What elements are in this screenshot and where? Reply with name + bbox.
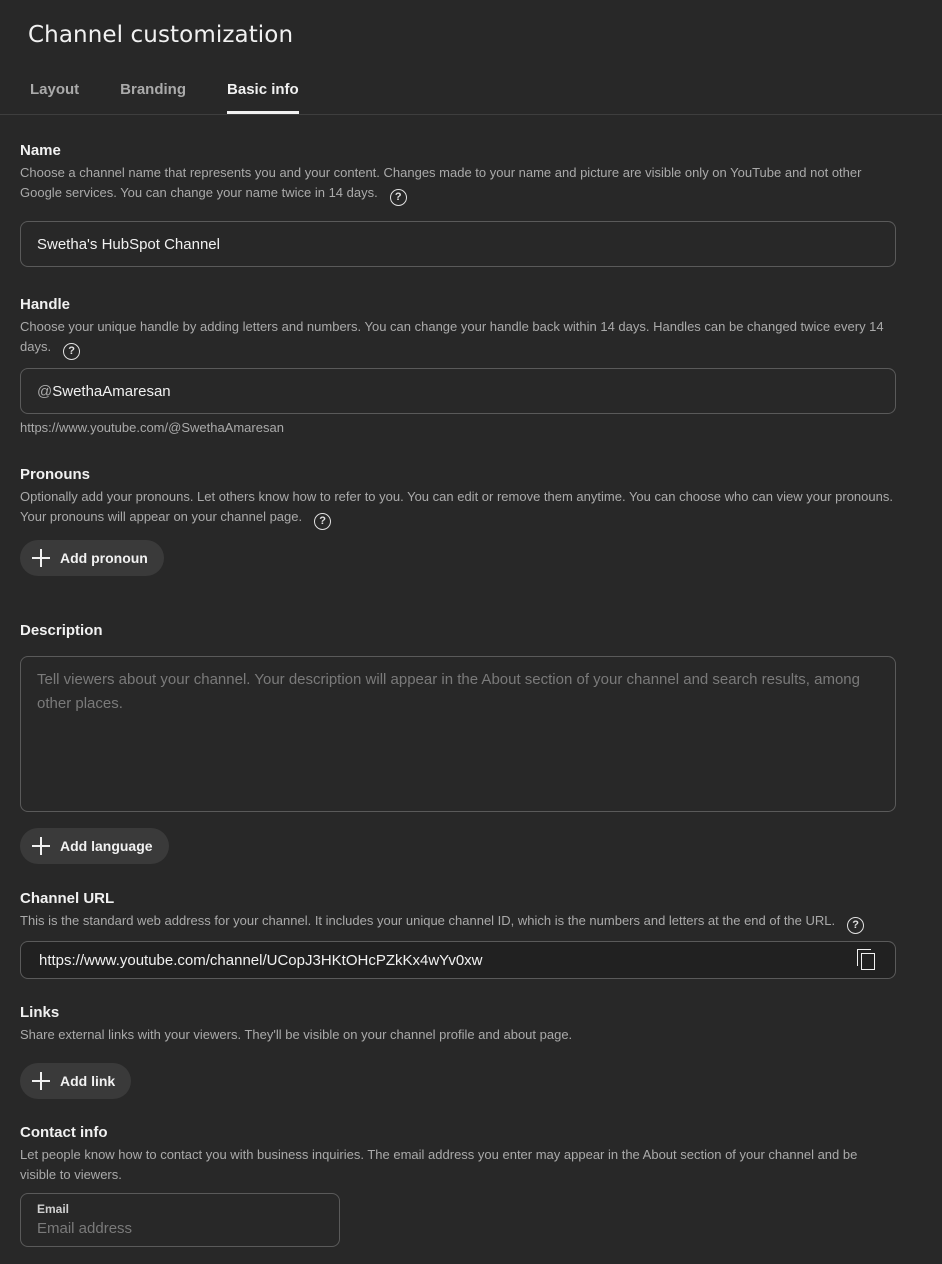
handle-section: Handle Choose your unique handle by addi… [20, 295, 896, 435]
description-title: Description [20, 622, 103, 639]
contact-description: Let people know how to contact you with … [20, 1147, 858, 1182]
copy-icon[interactable] [857, 949, 877, 971]
tab-basic-info[interactable]: Basic info [227, 80, 299, 114]
help-icon[interactable]: ? [389, 189, 407, 206]
name-description-text: Choose a channel name that represents yo… [20, 165, 862, 200]
name-title: Name [20, 142, 61, 159]
handle-url: https://www.youtube.com/@SwethaAmaresan [20, 420, 284, 435]
tab-bar: Layout Branding Basic info [30, 80, 340, 115]
handle-prefix: @ [37, 382, 53, 400]
plus-icon [32, 549, 50, 567]
name-input[interactable]: Swetha's HubSpot Channel [20, 221, 896, 267]
channel-url-title: Channel URL [20, 890, 115, 907]
add-link-label: Add link [60, 1073, 116, 1089]
contact-title: Contact info [20, 1124, 108, 1141]
handle-title: Handle [20, 296, 71, 313]
tab-layout[interactable]: Layout [30, 80, 79, 114]
pronouns-description-text: Optionally add your pronouns. Let others… [20, 489, 893, 524]
plus-icon [32, 1072, 50, 1090]
email-field[interactable]: Email Email address [20, 1193, 340, 1247]
links-section: Links Share external links with your vie… [20, 1003, 896, 1099]
tab-branding[interactable]: Branding [120, 80, 186, 114]
help-icon[interactable]: ? [847, 917, 865, 934]
pronouns-title: Pronouns [20, 466, 90, 483]
page-header: Channel customization Layout Branding Ba… [0, 0, 942, 115]
handle-value: SwethaAmaresan [52, 382, 171, 400]
plus-icon [32, 837, 50, 855]
email-input[interactable]: Email address [37, 1220, 323, 1237]
description-section: Description Tell viewers about your chan… [20, 621, 896, 864]
channel-url-description: This is the standard web address for you… [20, 911, 896, 934]
pronouns-section: Pronouns Optionally add your pronouns. L… [20, 465, 896, 576]
add-pronoun-label: Add pronoun [60, 550, 148, 566]
channel-url-description-text: This is the standard web address for you… [20, 913, 836, 928]
help-icon[interactable]: ? [63, 343, 81, 360]
name-description: Choose a channel name that represents yo… [20, 163, 896, 206]
page-title: Channel customization [28, 22, 294, 48]
channel-url-field[interactable]: https://www.youtube.com/channel/UCopJ3HK… [20, 941, 896, 979]
add-language-button[interactable]: Add language [20, 828, 169, 864]
pronouns-description: Optionally add your pronouns. Let others… [20, 487, 896, 530]
channel-url-section: Channel URL This is the standard web add… [20, 889, 896, 979]
links-description: Share external links with your viewers. … [20, 1027, 573, 1042]
help-icon[interactable]: ? [314, 513, 332, 530]
channel-url-value: https://www.youtube.com/channel/UCopJ3HK… [39, 951, 483, 969]
handle-description: Choose your unique handle by adding lett… [20, 317, 896, 360]
name-section: Name Choose a channel name that represen… [20, 141, 896, 267]
email-label: Email [37, 1202, 70, 1216]
description-textarea[interactable]: Tell viewers about your channel. Your de… [20, 656, 896, 812]
add-language-label: Add language [60, 838, 153, 854]
add-pronoun-button[interactable]: Add pronoun [20, 540, 164, 576]
handle-input[interactable]: @ SwethaAmaresan [20, 368, 896, 414]
add-link-button[interactable]: Add link [20, 1063, 132, 1099]
handle-description-text: Choose your unique handle by adding lett… [20, 319, 884, 354]
contact-section: Contact info Let people know how to cont… [20, 1123, 896, 1247]
links-title: Links [20, 1004, 60, 1021]
